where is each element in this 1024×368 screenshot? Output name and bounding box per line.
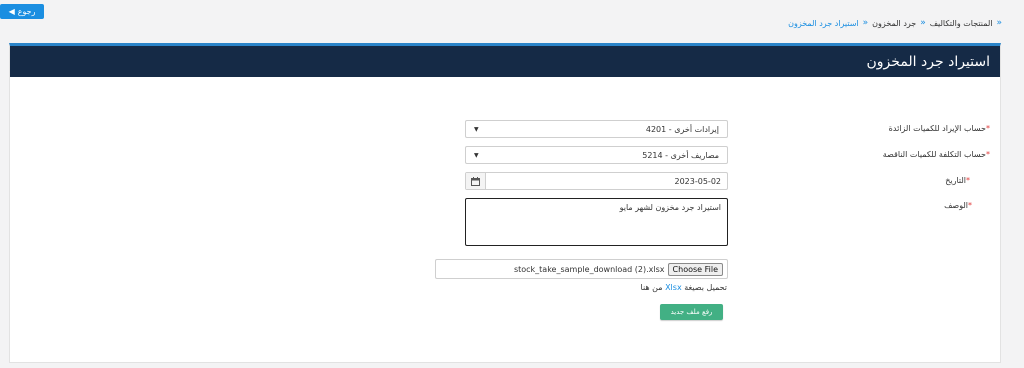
- file-input[interactable]: stock_take_sample_download (2).xlsx Choo…: [435, 259, 728, 279]
- download-hint: تحميل بصيغة Xlsx من هنا: [640, 283, 727, 292]
- breadcrumb-item-products[interactable]: المنتجات والتكاليف: [930, 19, 993, 28]
- cost-account-label: حساب التكلفة للكميات الناقصة*: [882, 150, 990, 159]
- back-button[interactable]: ◀ رجوع: [0, 4, 44, 19]
- upload-new-file-button[interactable]: رفع ملف جديد: [660, 304, 723, 320]
- caret-down-icon: ▼: [474, 125, 479, 133]
- arrow-left-icon: ◀: [8, 7, 15, 16]
- breadcrumb: » المنتجات والتكاليف » جرد المخزون » است…: [788, 18, 1002, 28]
- income-account-label: حساب الإيراد للكميات الزائدة*: [888, 124, 990, 133]
- xlsx-download-link[interactable]: Xlsx: [665, 283, 682, 292]
- date-label: التاريخ*: [945, 176, 970, 185]
- cost-account-select[interactable]: ▼ 5214 - مصاريف أخرى: [465, 146, 728, 164]
- chevron-icon: »: [920, 18, 926, 28]
- import-panel: استيراد جرد المخزون حساب الإيراد للكميات…: [9, 43, 1001, 363]
- breadcrumb-item-stock-take[interactable]: جرد المخزون: [872, 19, 916, 28]
- file-name: stock_take_sample_download (2).xlsx: [513, 264, 665, 274]
- description-value: استيراد جرد مخزون لشهر مايو: [619, 203, 721, 212]
- chevron-icon: »: [862, 18, 869, 28]
- date-value: 2023-05-02: [674, 176, 722, 186]
- description-textarea[interactable]: استيراد جرد مخزون لشهر مايو: [465, 198, 728, 246]
- choose-file-button[interactable]: Choose File: [667, 262, 723, 276]
- income-account-value: 4201 - إيرادات أخرى: [645, 124, 719, 134]
- calendar-icon[interactable]: [466, 173, 486, 189]
- caret-down-icon: ▼: [474, 151, 479, 159]
- back-button-label: رجوع: [17, 7, 36, 16]
- required-mark: *: [986, 124, 990, 133]
- chevron-icon: »: [996, 18, 1002, 28]
- page-title: استيراد جرد المخزون: [866, 53, 990, 70]
- required-mark: *: [986, 150, 990, 159]
- income-account-select[interactable]: ▼ 4201 - إيرادات أخرى: [465, 120, 728, 138]
- required-mark: *: [968, 201, 972, 210]
- required-mark: *: [966, 176, 970, 185]
- cost-account-value: 5214 - مصاريف أخرى: [642, 150, 719, 160]
- date-input[interactable]: 2023-05-02: [465, 172, 728, 190]
- description-label: الوصف*: [944, 201, 972, 210]
- breadcrumb-item-import: استيراد جرد المخزون: [788, 18, 859, 28]
- panel-header: استيراد جرد المخزون: [10, 46, 1000, 77]
